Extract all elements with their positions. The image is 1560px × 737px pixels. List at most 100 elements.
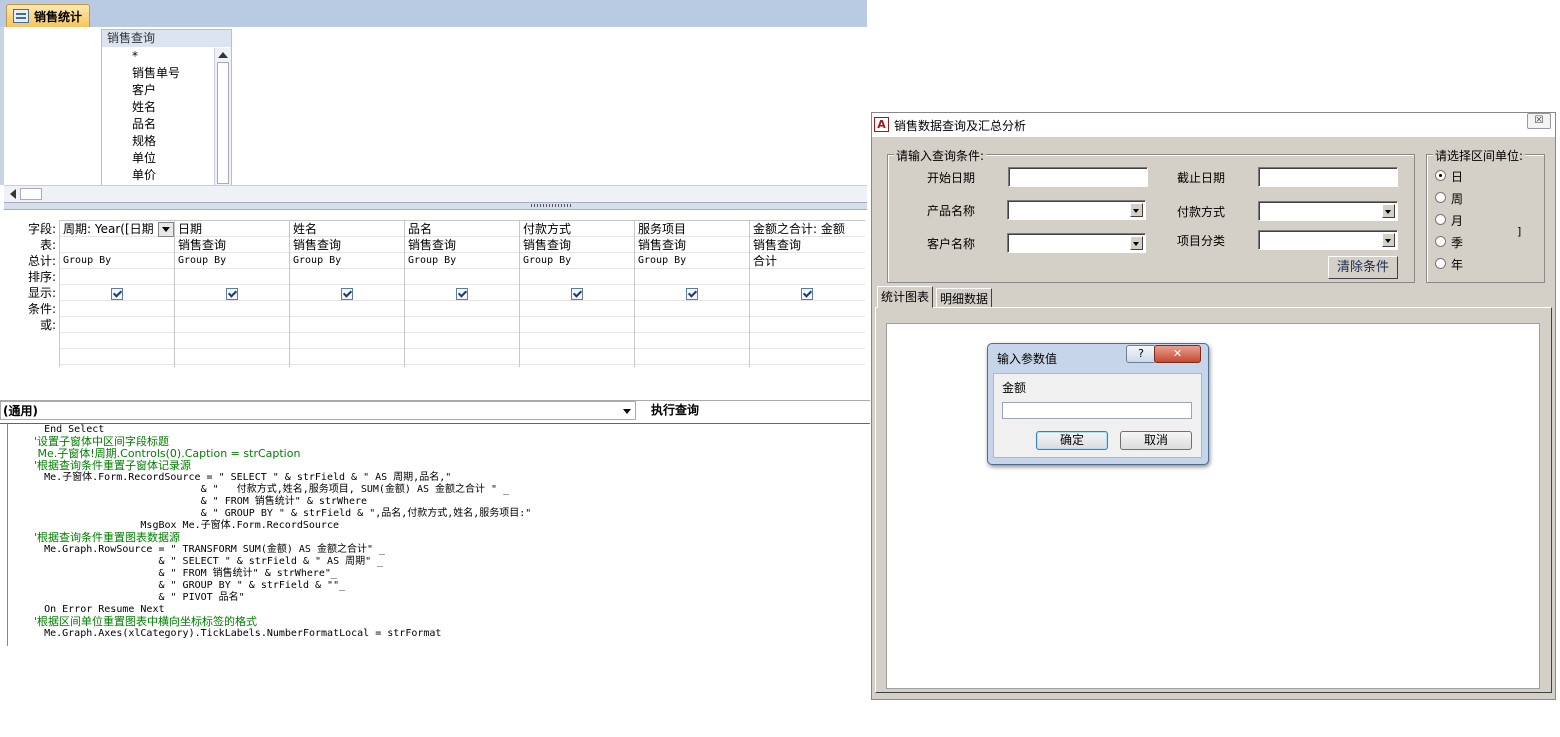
field-list-item[interactable]: 品名 <box>102 116 213 133</box>
start-date-input[interactable] <box>1008 167 1148 187</box>
grid-empty-cell[interactable] <box>175 317 290 333</box>
grid-show-cell[interactable] <box>750 285 865 301</box>
grid-total-cell[interactable]: Group By <box>290 253 405 269</box>
grid-table-cell[interactable] <box>60 237 175 253</box>
grid-show-cell[interactable] <box>175 285 290 301</box>
grid-empty-cell[interactable] <box>405 317 520 333</box>
grid-empty-cell[interactable] <box>175 301 290 317</box>
splitter-grip[interactable] <box>531 204 571 207</box>
scroll-thumb[interactable] <box>217 62 229 184</box>
grid-empty-cell[interactable] <box>750 317 865 333</box>
grid-empty-cell[interactable] <box>750 301 865 317</box>
close-button[interactable]: ☒ <box>1527 113 1551 129</box>
scroll-left-icon[interactable] <box>10 189 16 199</box>
horizontal-scrollbar[interactable] <box>4 185 867 202</box>
grid-empty-cell[interactable] <box>290 333 405 349</box>
grid-field-cell[interactable]: 付款方式 <box>520 221 635 237</box>
grid-empty-cell[interactable] <box>635 317 750 333</box>
grid-table-cell[interactable]: 销售查询 <box>750 237 865 253</box>
grid-empty-cell[interactable] <box>60 301 175 317</box>
help-button[interactable]: ? <box>1126 345 1156 363</box>
grid-show-cell[interactable] <box>520 285 635 301</box>
grid-field-cell[interactable]: 品名 <box>405 221 520 237</box>
clear-conditions-button[interactable]: 清除条件 <box>1328 256 1398 279</box>
scroll-up-icon[interactable] <box>218 52 228 58</box>
grid-empty-cell[interactable] <box>290 349 405 365</box>
radio-icon[interactable] <box>1435 236 1446 247</box>
grid-field-cell[interactable]: 日期 <box>175 221 290 237</box>
procedure-combo[interactable]: 执行查询 <box>645 401 876 420</box>
grid-empty-cell[interactable] <box>635 333 750 349</box>
radio-icon[interactable] <box>1435 170 1446 181</box>
field-list-sales-query[interactable]: 销售查询 * 销售单号 客户 姓名 品名 规格 单位 单价 <box>101 29 232 186</box>
checkbox-checked-icon[interactable] <box>456 288 468 300</box>
grid-empty-cell[interactable] <box>290 317 405 333</box>
grid-field-cell[interactable]: 金额之合计: 金额 <box>750 221 865 237</box>
grid-empty-cell[interactable] <box>60 269 175 285</box>
field-list-item[interactable]: 单位 <box>102 150 213 167</box>
grid-show-cell[interactable] <box>405 285 520 301</box>
grid-field-cell[interactable]: 姓名 <box>290 221 405 237</box>
grid-empty-cell[interactable] <box>520 301 635 317</box>
ok-button[interactable]: 确定 <box>1036 431 1108 450</box>
grid-empty-cell[interactable] <box>405 301 520 317</box>
dialog-close-button[interactable]: ✕ <box>1154 345 1201 363</box>
category-combo[interactable] <box>1258 230 1398 250</box>
field-list-item[interactable]: 单价 <box>102 167 213 184</box>
grid-empty-cell[interactable] <box>750 349 865 365</box>
grid-empty-cell[interactable] <box>175 349 290 365</box>
checkbox-checked-icon[interactable] <box>571 288 583 300</box>
chevron-down-icon[interactable] <box>1382 204 1395 218</box>
checkbox-checked-icon[interactable] <box>341 288 353 300</box>
grid-table-cell[interactable]: 销售查询 <box>405 237 520 253</box>
radio-icon[interactable] <box>1435 258 1446 269</box>
cancel-button[interactable]: 取消 <box>1120 431 1192 450</box>
pane-splitter[interactable] <box>4 202 867 210</box>
field-list-title[interactable]: 销售查询 <box>102 30 231 47</box>
grid-empty-cell[interactable] <box>520 333 635 349</box>
grid-total-cell[interactable]: 合计 <box>750 253 865 269</box>
grid-table-cell[interactable]: 销售查询 <box>635 237 750 253</box>
grid-empty-cell[interactable] <box>290 269 405 285</box>
grid-empty-cell[interactable] <box>175 333 290 349</box>
grid-total-cell[interactable]: Group By <box>520 253 635 269</box>
field-list-item[interactable]: * <box>102 48 213 65</box>
radio-icon[interactable] <box>1435 192 1446 203</box>
grid-show-cell[interactable] <box>635 285 750 301</box>
object-combo[interactable]: (通用) <box>0 401 636 420</box>
customer-combo[interactable] <box>1007 233 1146 253</box>
tab-2[interactable]: 明细数据 <box>936 288 993 308</box>
tab-sales-stats[interactable]: 销售统计 <box>6 4 90 27</box>
grid-empty-cell[interactable] <box>405 349 520 365</box>
grid-empty-cell[interactable] <box>750 333 865 349</box>
grid-empty-cell[interactable] <box>520 349 635 365</box>
payment-combo[interactable] <box>1258 201 1398 221</box>
grid-empty-cell[interactable] <box>635 301 750 317</box>
chart-area[interactable] <box>886 323 1540 689</box>
form-title-bar[interactable]: A 销售数据查询及汇总分析 ☒ <box>872 113 1555 137</box>
grid-table-cell[interactable]: 销售查询 <box>520 237 635 253</box>
grid-total-cell[interactable]: Group By <box>60 253 175 269</box>
parameter-input[interactable] <box>1002 402 1192 419</box>
field-list-scrollbar[interactable] <box>214 48 231 185</box>
grid-empty-cell[interactable] <box>405 333 520 349</box>
chevron-down-icon[interactable] <box>1382 233 1395 247</box>
chevron-down-icon[interactable] <box>1130 236 1143 250</box>
grid-empty-cell[interactable] <box>60 317 175 333</box>
chevron-down-icon[interactable] <box>623 409 631 414</box>
grid-empty-cell[interactable] <box>750 269 865 285</box>
chevron-down-icon[interactable] <box>1130 203 1143 217</box>
code-lines[interactable]: End Select '设置子窗体中区间字段标题 Me.子窗体!周期.Contr… <box>20 424 531 640</box>
field-list-item[interactable]: 姓名 <box>102 99 213 116</box>
tab-1[interactable]: 统计图表 <box>877 286 934 308</box>
grid-total-cell[interactable]: Group By <box>175 253 290 269</box>
field-list-item[interactable]: 客户 <box>102 82 213 99</box>
checkbox-checked-icon[interactable] <box>111 288 123 300</box>
grid-empty-cell[interactable] <box>520 317 635 333</box>
checkbox-checked-icon[interactable] <box>226 288 238 300</box>
grid-show-cell[interactable] <box>60 285 175 301</box>
grid-empty-cell[interactable] <box>635 349 750 365</box>
grid-total-cell[interactable]: Group By <box>405 253 520 269</box>
grid-total-cell[interactable]: Group By <box>635 253 750 269</box>
radio-icon[interactable] <box>1435 214 1446 225</box>
